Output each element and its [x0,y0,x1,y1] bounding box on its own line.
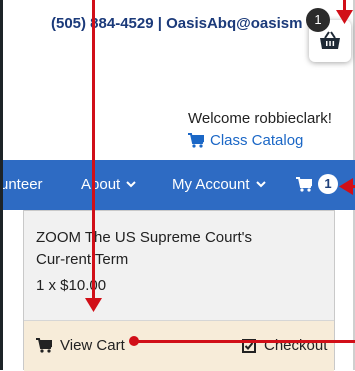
annotation-line [92,0,95,305]
nav-cart-button[interactable]: 1 [296,174,338,194]
annotation-arrow-icon [339,178,353,195]
cart-icon [36,338,52,353]
nav-item-my-account[interactable]: My Account [172,176,266,193]
annotation-line [137,340,355,343]
basket-icon [320,31,340,49]
chevron-down-icon [126,181,136,188]
view-cart-label: View Cart [60,337,125,354]
floating-cart-count: 1 [306,8,330,32]
welcome-message: Welcome robbieclark! [188,110,332,127]
cart-item-title[interactable]: ZOOM The US Supreme Court's Cur-rent Ter… [36,227,276,271]
chevron-down-icon [255,181,266,188]
top-bar: (505) 884-4529 | OasisAbq@oasism [3,0,355,50]
nav-my-account-label: My Account [172,176,250,193]
nav-item-volunteer[interactable]: unteer [0,176,43,193]
annotation-dot [129,336,139,346]
class-catalog-label: Class Catalog [210,132,304,149]
view-cart-button[interactable]: View Cart [36,337,125,354]
contact-info: (505) 884-4529 | OasisAbq@oasism [51,15,303,32]
window-left-border [0,0,3,370]
class-catalog-link[interactable]: Class Catalog [188,132,303,149]
annotation-arrow-icon [336,10,353,24]
cart-item-quantity: 1 x $10.00 [36,277,107,294]
nav-cart-count: 1 [318,174,338,194]
cart-dropdown: ZOOM The US Supreme Court's Cur-rent Ter… [23,210,335,371]
nav-volunteer-label: unteer [0,176,43,193]
main-navbar: unteer About My Account 1 [0,160,355,210]
annotation-arrow-icon [85,298,102,312]
nav-about-label: About [81,176,121,193]
cart-icon [296,176,312,192]
cart-dropdown-footer: View Cart Checkout [24,320,334,371]
nav-item-about[interactable]: About [81,176,136,193]
cart-icon [188,133,204,148]
